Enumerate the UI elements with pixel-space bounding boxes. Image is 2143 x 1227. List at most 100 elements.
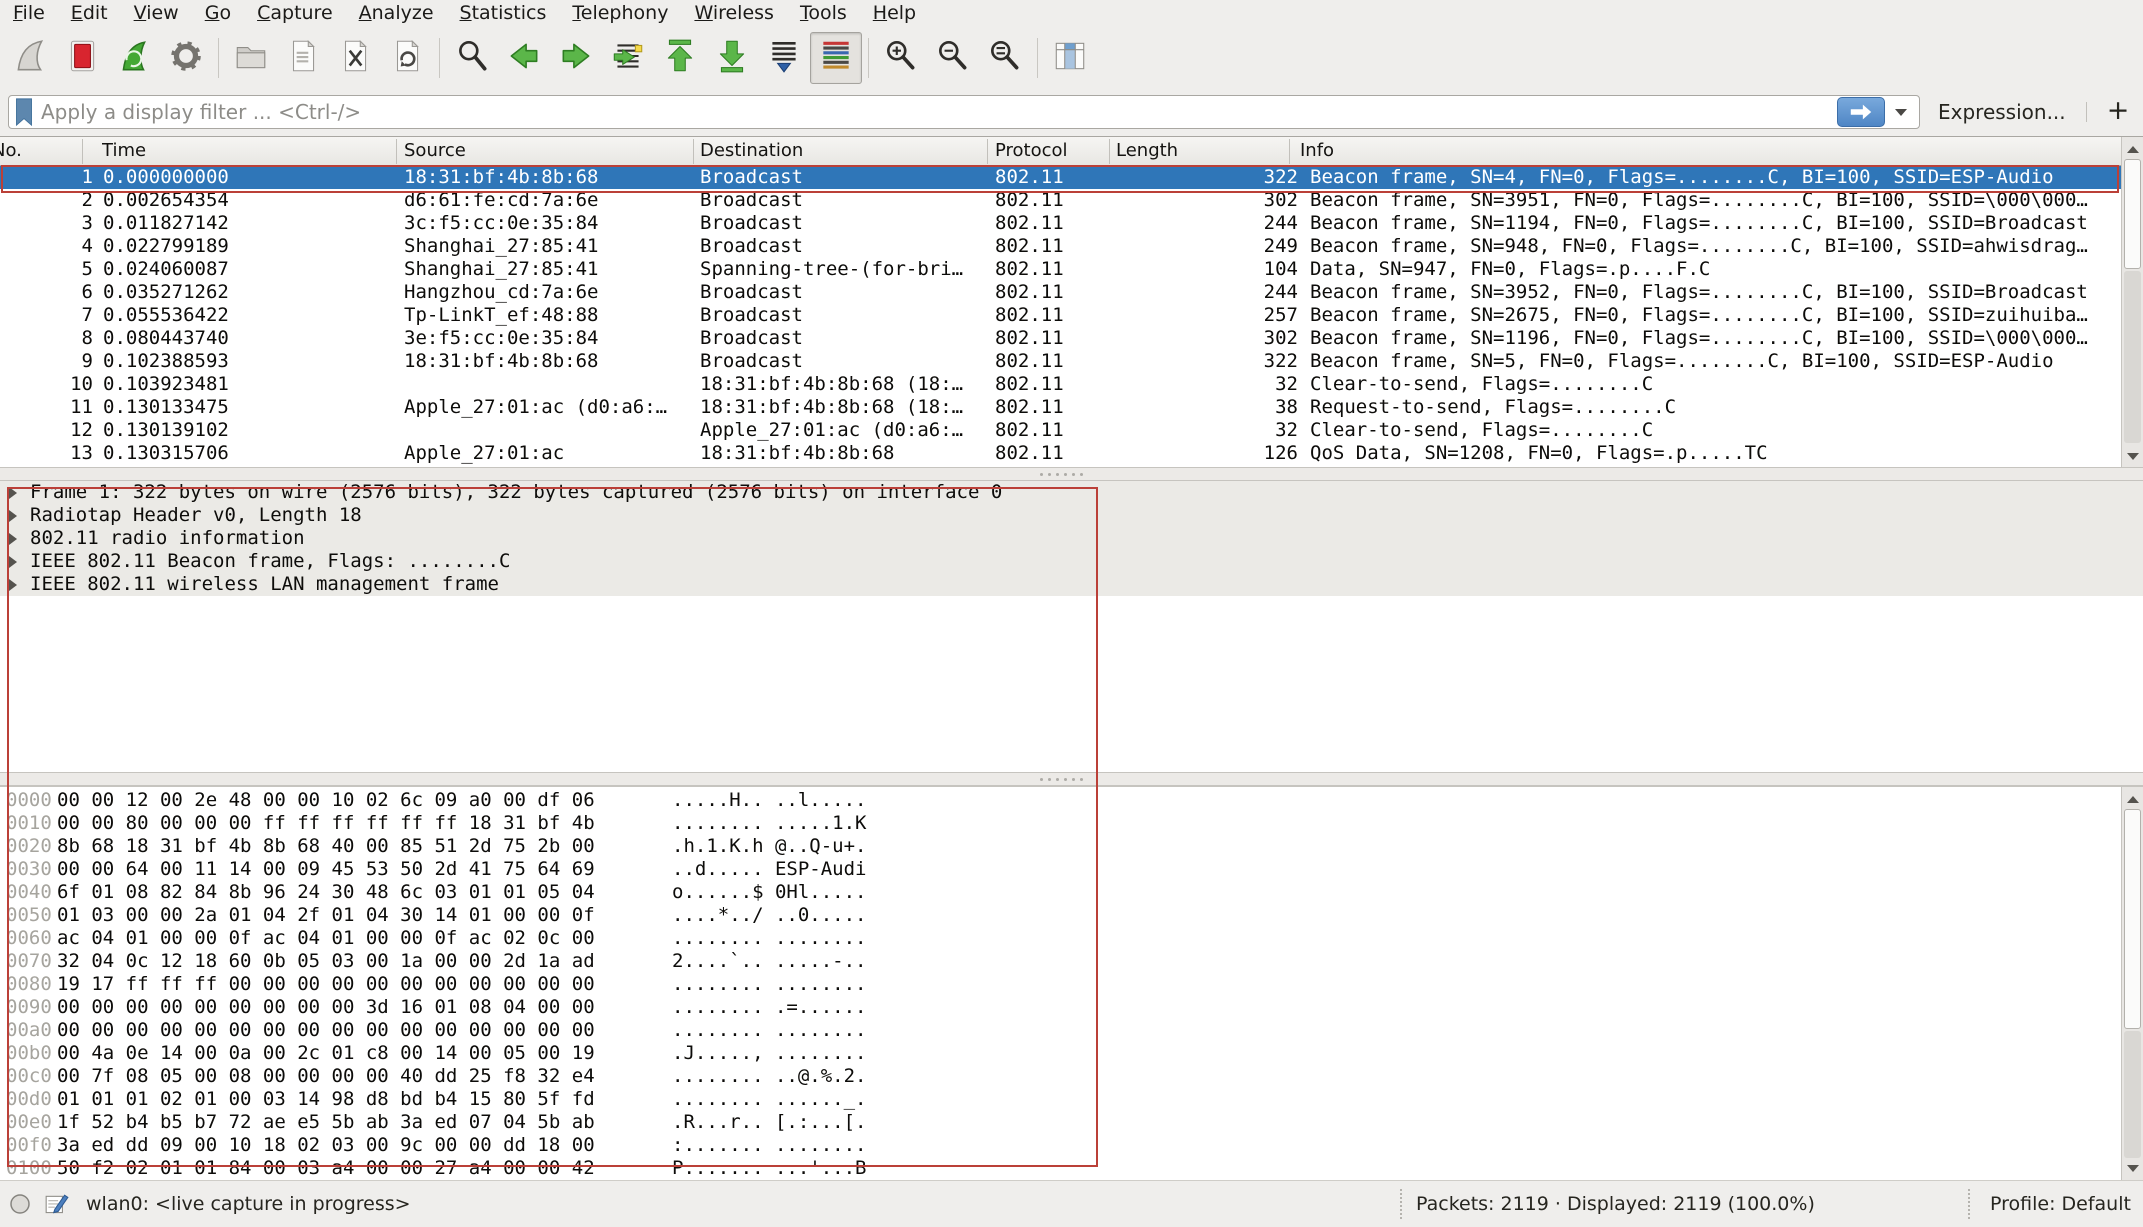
expander-arrow-icon[interactable] — [9, 579, 17, 591]
zoom-reset-button[interactable] — [979, 32, 1031, 84]
display-filter-field[interactable] — [8, 95, 1920, 129]
go-to-packet-button[interactable] — [602, 32, 654, 84]
column-header-no[interactable]: No. — [0, 137, 80, 165]
packet-list-scrollbar[interactable] — [2121, 137, 2143, 468]
column-separator[interactable] — [396, 139, 397, 164]
column-header-protocol[interactable]: Protocol — [995, 137, 1068, 165]
column-separator[interactable] — [1109, 139, 1110, 164]
scrollbar-thumb[interactable] — [2124, 809, 2141, 1029]
hex-row[interactable]: 0000 00 00 12 00 2e 48 00 00 10 02 6c 09… — [0, 789, 2143, 812]
menu-item[interactable]: Help — [860, 0, 929, 27]
detail-row[interactable]: Frame 1: 322 bytes on wire (2576 bits), … — [0, 481, 2143, 504]
menu-item[interactable]: Wireless — [681, 0, 787, 27]
column-header-length[interactable]: Length — [1116, 137, 1178, 165]
hex-row[interactable]: 0010 00 00 80 00 00 00 ff ff ff ff ff ff… — [0, 812, 2143, 835]
pane-splitter[interactable] — [0, 467, 2143, 481]
capture-comment-button[interactable] — [44, 1192, 70, 1223]
packet-row[interactable]: 1 0.000000000 18:31:bf:4b:8b:68 Broadcas… — [0, 166, 2121, 189]
scrollbar-track[interactable] — [2124, 1031, 2141, 1158]
hex-row[interactable]: 0040 6f 01 08 82 84 8b 96 24 30 48 6c 03… — [0, 881, 2143, 904]
open-file-button[interactable] — [225, 32, 277, 84]
stop-capture-button[interactable] — [56, 32, 108, 84]
add-filter-button[interactable]: + — [2100, 88, 2136, 136]
go-to-first-packet-button[interactable] — [654, 32, 706, 84]
scroll-up-arrow[interactable] — [2122, 789, 2143, 809]
hex-row[interactable]: 00d0 01 01 01 02 01 00 03 14 98 d8 bd b4… — [0, 1088, 2143, 1111]
packet-row[interactable]: 4 0.022799189 Shanghai_27:85:41 Broadcas… — [0, 235, 2121, 258]
packet-row[interactable]: 11 0.130133475 Apple_27:01:ac (d0:a6:… 1… — [0, 396, 2121, 419]
hex-row[interactable]: 0090 00 00 00 00 00 00 00 00 00 3d 16 01… — [0, 996, 2143, 1019]
filter-bookmark-icon[interactable] — [9, 97, 39, 127]
scrollbar-track[interactable] — [2124, 271, 2141, 443]
save-file-button[interactable] — [277, 32, 329, 84]
scroll-down-arrow[interactable] — [2122, 446, 2143, 466]
column-separator[interactable] — [693, 139, 694, 164]
hex-row[interactable]: 0070 32 04 0c 12 18 60 0b 05 03 00 1a 00… — [0, 950, 2143, 973]
packet-row[interactable]: 12 0.130139102 Apple_27:01:ac (d0:a6:… 8… — [0, 419, 2121, 442]
menu-item[interactable]: Statistics — [447, 0, 560, 27]
menu-item[interactable]: Tools — [787, 0, 860, 27]
colorize-packets-button[interactable] — [810, 32, 862, 84]
menu-item[interactable]: File — [0, 0, 58, 27]
detail-row[interactable]: 802.11 radio information — [0, 527, 2143, 550]
filter-dropdown-button[interactable] — [1889, 98, 1913, 126]
column-separator[interactable] — [82, 139, 83, 164]
packet-row[interactable]: 10 0.103923481 18:31:bf:4b:8b:68 (18:… 8… — [0, 373, 2121, 396]
hex-row[interactable]: 0030 00 00 64 00 11 14 00 09 45 53 50 2d… — [0, 858, 2143, 881]
restart-capture-button[interactable] — [108, 32, 160, 84]
hex-row[interactable]: 0100 50 f2 02 01 01 84 00 03 a4 00 00 27… — [0, 1157, 2143, 1180]
resize-columns-button[interactable] — [1044, 32, 1096, 84]
apply-filter-button[interactable] — [1837, 97, 1885, 127]
capture-options-button[interactable] — [160, 32, 212, 84]
menu-item[interactable]: View — [121, 0, 192, 27]
column-header-source[interactable]: Source — [404, 137, 466, 165]
zoom-out-button[interactable] — [927, 32, 979, 84]
packet-row[interactable]: 7 0.055536422 Tp-LinkT_ef:48:88 Broadcas… — [0, 304, 2121, 327]
reload-file-button[interactable] — [381, 32, 433, 84]
column-header-time[interactable]: Time — [102, 137, 146, 165]
go-forward-button[interactable] — [550, 32, 602, 84]
expander-arrow-icon[interactable] — [9, 556, 17, 568]
packet-row[interactable]: 9 0.102388593 18:31:bf:4b:8b:68 Broadcas… — [0, 350, 2121, 373]
hex-row[interactable]: 00a0 00 00 00 00 00 00 00 00 00 00 00 00… — [0, 1019, 2143, 1042]
hex-row[interactable]: 0060 ac 04 01 00 00 0f ac 04 01 00 00 0f… — [0, 927, 2143, 950]
go-to-last-packet-button[interactable] — [706, 32, 758, 84]
packet-row[interactable]: 2 0.002654354 d6:61:fe:cd:7a:6e Broadcas… — [0, 189, 2121, 212]
expression-button[interactable]: Expression... — [1938, 88, 2066, 136]
detail-row[interactable]: IEEE 802.11 wireless LAN management fram… — [0, 573, 2143, 596]
column-header-destination[interactable]: Destination — [700, 137, 803, 165]
menu-item[interactable]: Analyze — [346, 0, 447, 27]
zoom-in-button[interactable] — [875, 32, 927, 84]
scroll-up-arrow[interactable] — [2122, 139, 2143, 159]
packet-row[interactable]: 3 0.011827142 3c:f5:cc:0e:35:84 Broadcas… — [0, 212, 2121, 235]
packet-row[interactable]: 6 0.035271262 Hangzhou_cd:7a:6e Broadcas… — [0, 281, 2121, 304]
menu-item[interactable]: Telephony — [559, 0, 681, 27]
hex-row[interactable]: 0020 8b 68 18 31 bf 4b 8b 68 40 00 85 51… — [0, 835, 2143, 858]
packet-row[interactable]: 5 0.024060087 Shanghai_27:85:41 Spanning… — [0, 258, 2121, 281]
menu-item[interactable]: Edit — [58, 0, 121, 27]
menu-item[interactable]: Capture — [244, 0, 346, 27]
menu-item[interactable]: Go — [192, 0, 244, 27]
detail-row[interactable]: IEEE 802.11 Beacon frame, Flags: .......… — [0, 550, 2143, 573]
find-packet-button[interactable] — [446, 32, 498, 84]
pane-splitter[interactable] — [0, 772, 2143, 786]
auto-scroll-button[interactable] — [758, 32, 810, 84]
bytes-scrollbar[interactable] — [2121, 787, 2143, 1180]
packet-row[interactable]: 13 0.130315706 Apple_27:01:ac 18:31:bf:4… — [0, 442, 2121, 465]
detail-row[interactable]: Radiotap Header v0, Length 18 — [0, 504, 2143, 527]
hex-row[interactable]: 00c0 00 7f 08 05 00 08 00 00 00 00 40 dd… — [0, 1065, 2143, 1088]
scrollbar-thumb[interactable] — [2124, 159, 2141, 269]
hex-row[interactable]: 00f0 3a ed dd 09 00 10 18 02 03 00 9c 00… — [0, 1134, 2143, 1157]
start-capture-button[interactable] — [4, 32, 56, 84]
close-file-button[interactable] — [329, 32, 381, 84]
hex-row[interactable]: 0050 01 03 00 00 2a 01 04 2f 01 04 30 14… — [0, 904, 2143, 927]
hex-row[interactable]: 00e0 1f 52 b4 b5 b7 72 ae e5 5b ab 3a ed… — [0, 1111, 2143, 1134]
hex-row[interactable]: 0080 19 17 ff ff ff 00 00 00 00 00 00 00… — [0, 973, 2143, 996]
expander-arrow-icon[interactable] — [9, 510, 17, 522]
expert-info-button[interactable] — [8, 1192, 32, 1221]
expander-arrow-icon[interactable] — [9, 533, 17, 545]
scroll-down-arrow[interactable] — [2122, 1158, 2143, 1178]
profile-text[interactable]: Profile: Default — [1990, 1181, 2131, 1227]
column-separator[interactable] — [987, 139, 988, 164]
go-back-button[interactable] — [498, 32, 550, 84]
